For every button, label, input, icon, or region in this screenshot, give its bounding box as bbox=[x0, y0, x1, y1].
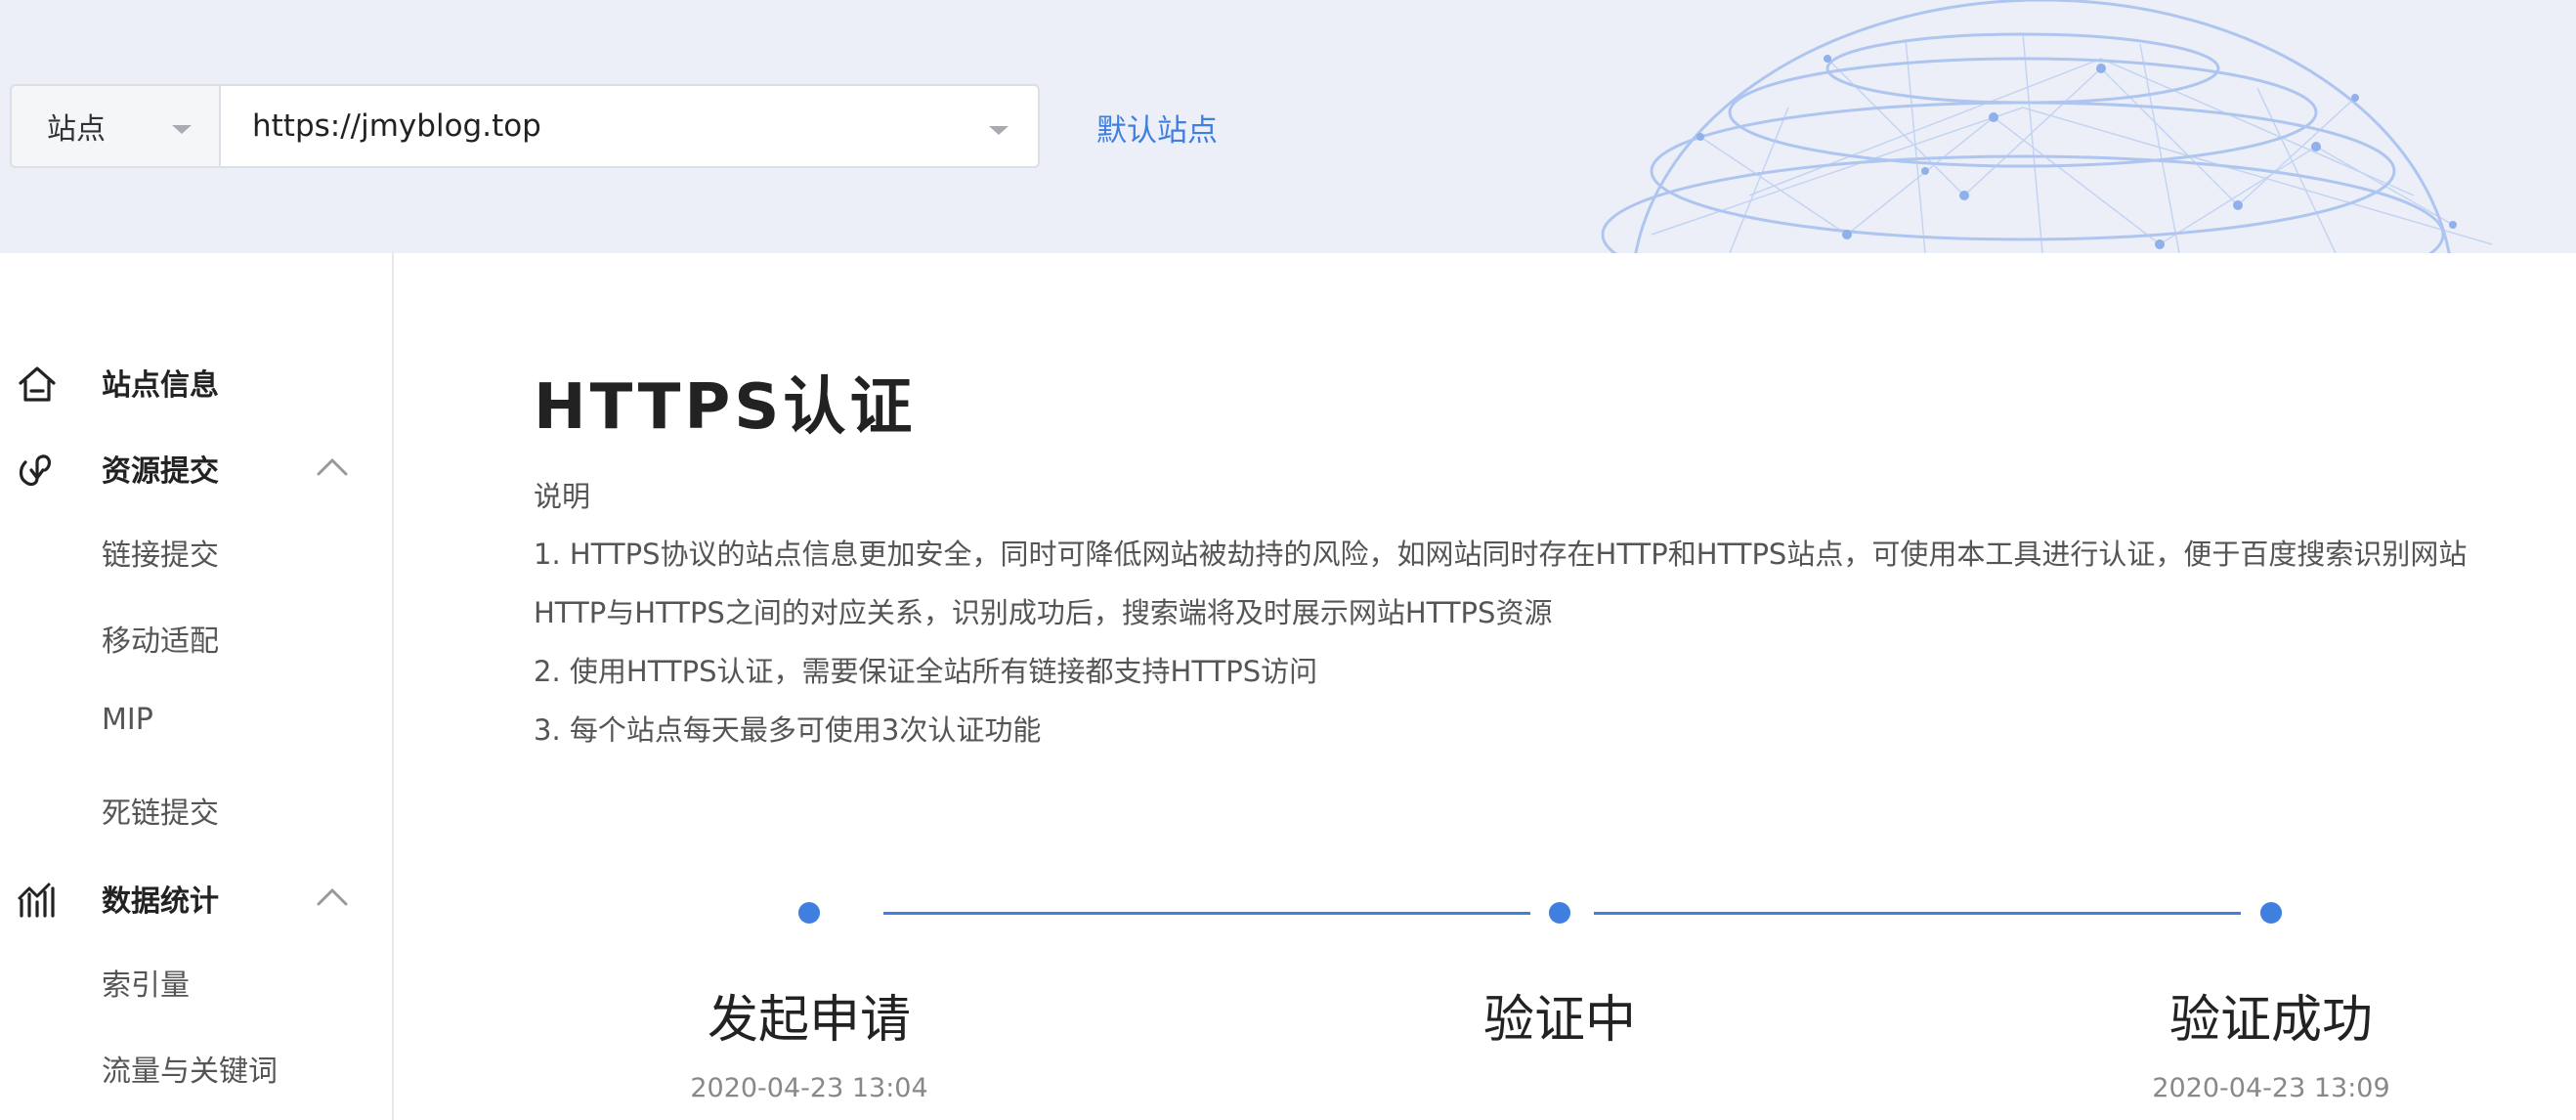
sidebar-item-traffic-keywords[interactable]: 流量与关键词 bbox=[102, 1047, 278, 1090]
site-type-dropdown[interactable]: 站点 bbox=[10, 84, 219, 168]
sidebar-item-dead-link-submit[interactable]: 死链提交 bbox=[102, 789, 219, 832]
step-connector bbox=[883, 912, 1530, 915]
description-line: 1. HTTPS协议的站点信息更加安全，同时可降低网站被劫持的风险，如网站同时存… bbox=[534, 538, 2468, 571]
sidebar-item-site-info[interactable]: 站点信息 bbox=[0, 353, 394, 411]
site-url-value: https://jmyblog.top bbox=[252, 108, 541, 144]
main-content: HTTPS认证 说明 1. HTTPS协议的站点信息更加安全，同时可降低网站被劫… bbox=[394, 253, 2576, 1120]
sidebar-group-resource-submit[interactable]: 资源提交 bbox=[0, 439, 394, 497]
step-dot bbox=[1549, 902, 1570, 924]
step-dot bbox=[2260, 902, 2282, 924]
globe-network-decoration bbox=[1601, 0, 2493, 253]
step-label: 发起申请 bbox=[707, 991, 912, 1050]
default-site-link[interactable]: 默认站点 bbox=[1096, 106, 1218, 150]
caret-down-icon bbox=[172, 125, 192, 134]
site-type-label: 站点 bbox=[47, 112, 106, 147]
step-label: 验证中 bbox=[1482, 991, 1637, 1050]
top-banner: 站点 https://jmyblog.top 默认站点 bbox=[0, 0, 2576, 253]
sidebar-group-label: 数据统计 bbox=[102, 884, 219, 919]
sidebar-item-index-volume[interactable]: 索引量 bbox=[102, 961, 190, 1004]
sidebar: 站点信息 资源提交 链接提交 移动适配 MIP 死链提交 数据统计 索引量 流量… bbox=[0, 253, 394, 1120]
resource-link-icon bbox=[19, 454, 52, 487]
stats-chart-icon bbox=[18, 883, 55, 918]
sidebar-item-label: 站点信息 bbox=[102, 368, 219, 403]
site-url-dropdown[interactable]: https://jmyblog.top bbox=[219, 84, 1040, 168]
description-line: 3. 每个站点每天最多可使用3次认证功能 bbox=[534, 713, 1042, 747]
description-heading: 说明 bbox=[534, 480, 591, 513]
home-icon bbox=[19, 366, 56, 402]
step-time: 2020-04-23 13:09 bbox=[2152, 1073, 2390, 1103]
caret-down-icon bbox=[989, 126, 1009, 135]
page-title: HTTPS认证 bbox=[534, 371, 917, 444]
sidebar-group-data-stats[interactable]: 数据统计 bbox=[0, 869, 394, 927]
step-time: 2020-04-23 13:04 bbox=[690, 1073, 928, 1103]
description-line: 2. 使用HTTPS认证，需要保证全站所有链接都支持HTTPS访问 bbox=[534, 655, 1318, 688]
step-label: 验证成功 bbox=[2168, 991, 2374, 1050]
step-dot bbox=[798, 902, 820, 924]
step-connector bbox=[1594, 912, 2241, 915]
description-line: HTTP与HTTPS之间的对应关系，识别成功后，搜索端将及时展示网站HTTPS资… bbox=[534, 596, 1553, 629]
chevron-up-icon bbox=[317, 458, 348, 476]
chevron-up-icon bbox=[317, 888, 348, 906]
sidebar-item-mobile-adapt[interactable]: 移动适配 bbox=[102, 617, 219, 660]
sidebar-group-label: 资源提交 bbox=[102, 454, 219, 489]
sidebar-item-mip[interactable]: MIP bbox=[102, 703, 153, 737]
sidebar-item-link-submit[interactable]: 链接提交 bbox=[102, 531, 219, 574]
